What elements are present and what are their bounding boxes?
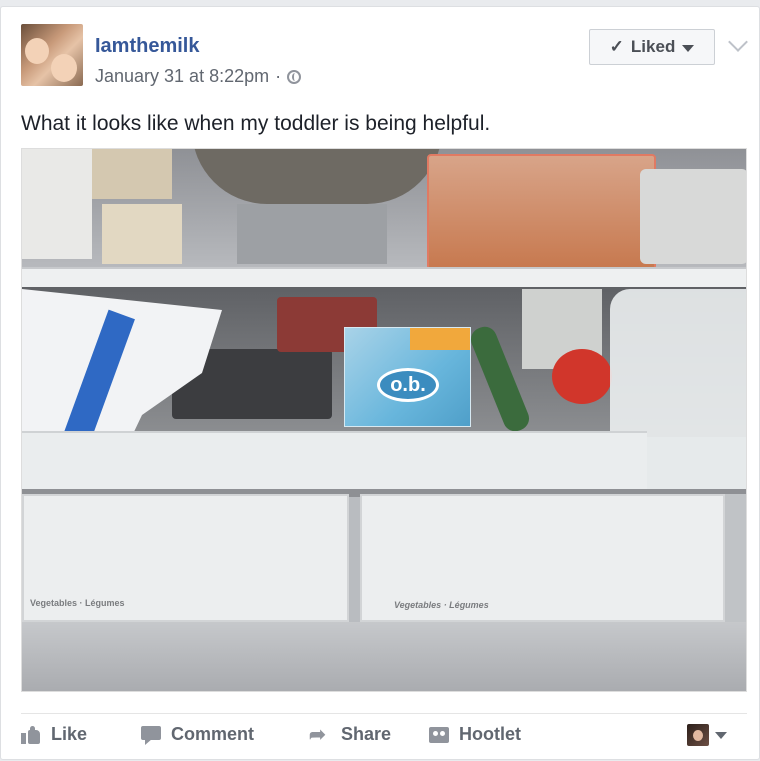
hootlet-button[interactable]: Hootlet: [429, 724, 521, 745]
post-timestamp[interactable]: January 31 at 8:22pm: [95, 66, 269, 87]
comment-icon: [141, 725, 161, 745]
tampon-box: o.b.: [344, 327, 471, 427]
meta-separator: ·: [275, 66, 282, 86]
crisper-drawer-left: Vegetables · Légumes: [22, 494, 349, 622]
comment-label: Comment: [171, 724, 255, 744]
cup: [102, 204, 182, 264]
user-avatar: [687, 724, 709, 746]
fridge-shelf: [22, 431, 647, 491]
divider: [21, 713, 747, 714]
actor-selector[interactable]: [687, 724, 727, 746]
post-options-chevron-icon[interactable]: [728, 32, 748, 52]
post-card: Iamthemilk January 31 at 8:22pm · ✓ Like…: [0, 6, 760, 760]
brand-logo: o.b.: [377, 368, 439, 402]
drawer-label: Vegetables · Légumes: [394, 600, 489, 610]
share-arrow-icon: ➦: [309, 723, 326, 746]
like-button[interactable]: Like: [21, 724, 87, 745]
author-avatar[interactable]: [21, 24, 83, 86]
post-photo[interactable]: o.b. Vegetables · Légumes Vegetables · L…: [21, 148, 747, 692]
chevron-down-icon: [682, 45, 695, 52]
hootlet-icon: [429, 726, 449, 743]
crisper-drawer-right: Vegetables · Légumes: [360, 494, 725, 622]
tub: [640, 169, 746, 264]
box-flap: [410, 328, 470, 350]
chevron-down-icon: [715, 731, 727, 739]
avatar-face: [51, 54, 77, 82]
post-text: What it looks like when my toddler is be…: [21, 112, 491, 135]
tub: [22, 149, 92, 259]
share-label: Share: [341, 724, 392, 744]
hootlet-label: Hootlet: [459, 724, 521, 744]
tomato: [552, 349, 612, 404]
avatar-face: [25, 38, 49, 64]
author-name-link[interactable]: Iamthemilk: [95, 35, 199, 58]
thumbs-up-icon: [21, 725, 41, 744]
fridge-floor: [22, 622, 746, 691]
food-container: [427, 154, 656, 270]
plastic-container: [237, 204, 387, 264]
cup: [92, 149, 172, 199]
action-bar: Like Comment ➦ Share Hootlet: [21, 720, 747, 756]
globe-icon[interactable]: [287, 69, 302, 84]
comment-button[interactable]: Comment: [141, 724, 254, 745]
share-button[interactable]: ➦ Share: [309, 724, 391, 745]
liked-button[interactable]: ✓ Liked: [589, 29, 715, 65]
liked-label: Liked: [630, 37, 676, 56]
fridge-sidewall: [725, 494, 746, 622]
like-label: Like: [51, 724, 88, 744]
post-meta: January 31 at 8:22pm ·: [95, 66, 302, 87]
drawer-label: Vegetables · Légumes: [30, 598, 125, 608]
checkmark-icon: ✓: [609, 37, 624, 56]
